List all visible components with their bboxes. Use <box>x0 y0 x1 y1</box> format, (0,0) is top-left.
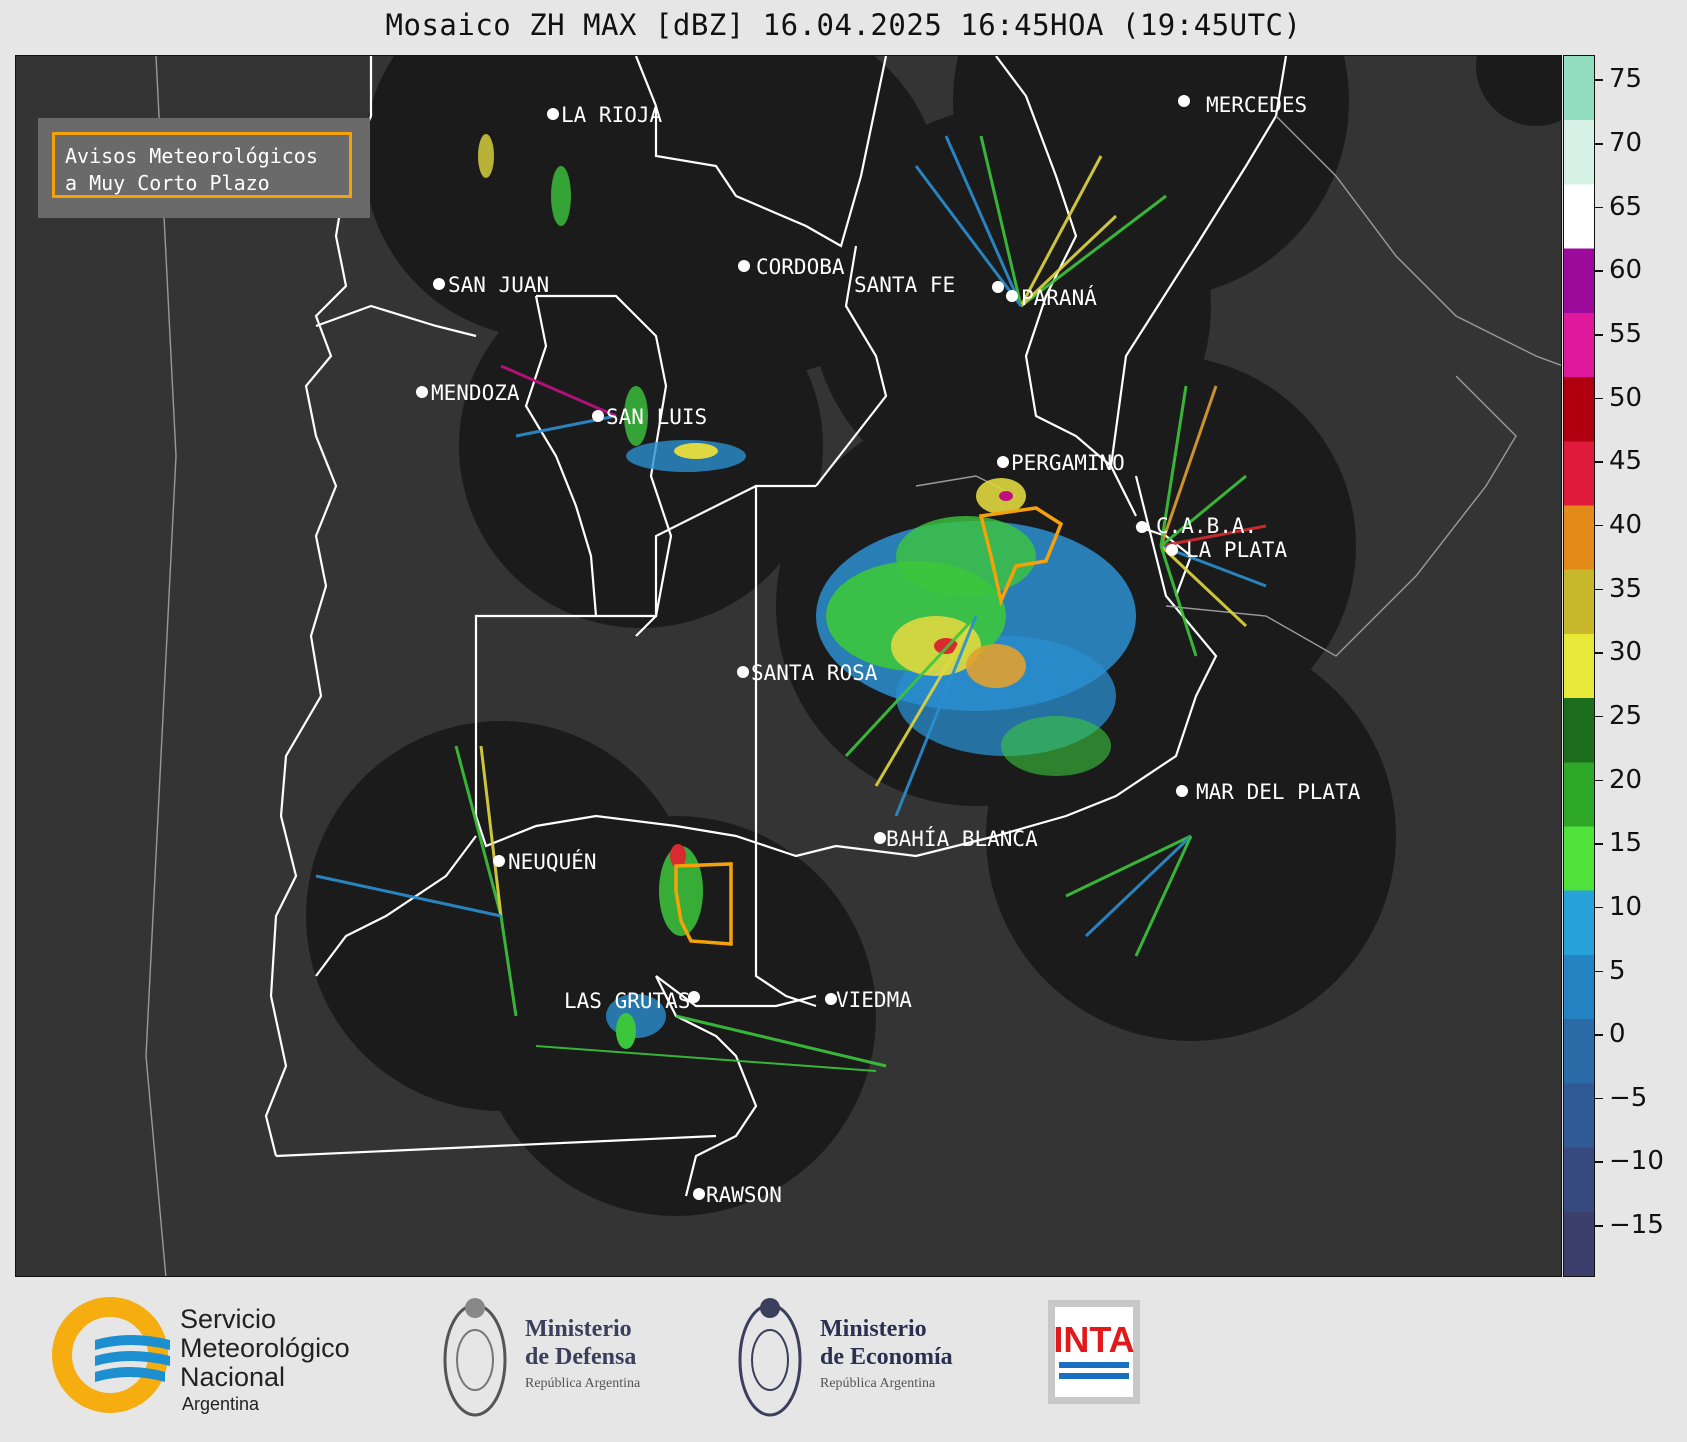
inta-logo: INTA <box>1048 1300 1140 1404</box>
colorbar-tick: 60 <box>1595 255 1642 285</box>
colorbar-tick: −10 <box>1595 1146 1664 1176</box>
economia-line-1: Ministerio <box>820 1316 927 1342</box>
defensa-line-2: de Defensa <box>525 1344 636 1370</box>
city-label: MENDOZA <box>431 381 520 405</box>
city-label: LA PLATA <box>1186 538 1288 562</box>
colorbar-tick: 40 <box>1595 510 1642 540</box>
city-label: SAN LUIS <box>606 405 707 429</box>
city-label: VIEDMA <box>836 988 912 1012</box>
warnings-legend-box: Avisos Meteorológicos a Muy Corto Plazo <box>38 118 370 218</box>
colorbar-tick: 75 <box>1595 64 1642 94</box>
defensa-line-1: Ministerio <box>525 1316 632 1342</box>
colorbar <box>1563 55 1595 1277</box>
colorbar-tick: 55 <box>1595 319 1642 349</box>
economia-line-3: República Argentina <box>820 1376 936 1391</box>
city-label: NEUQUÉN <box>508 849 597 874</box>
map-title: Mosaico ZH MAX [dBZ] 16.04.2025 16:45HOA… <box>385 8 1302 42</box>
colorbar-tick: 45 <box>1595 446 1642 476</box>
city-label: C.A.B.A. <box>1156 514 1257 538</box>
colorbar-tick: 20 <box>1595 765 1642 795</box>
ministerio-economia-logo: Ministerio de Economía República Argenti… <box>738 1298 953 1417</box>
smn-line-1: Servicio <box>180 1304 276 1334</box>
smn-line-3: Nacional <box>180 1362 285 1392</box>
colorbar-tick: 65 <box>1595 192 1642 222</box>
city-label: SANTA ROSA <box>751 661 878 685</box>
city-label: MAR DEL PLATA <box>1196 780 1361 804</box>
city-label: BAHÍA BLANCA <box>886 826 1038 851</box>
city-label: LA RIOJA <box>561 103 663 127</box>
colorbar-tick: 30 <box>1595 637 1642 667</box>
colorbar-tick: −15 <box>1595 1210 1664 1240</box>
footer-logos: Servicio Meteorológico Nacional Argentin… <box>0 1278 1687 1438</box>
colorbar-tick: 25 <box>1595 701 1642 731</box>
city-label: RAWSON <box>706 1183 782 1207</box>
smn-line-4: Argentina <box>182 1394 260 1414</box>
legend-line-2: a Muy Corto Plazo <box>65 171 270 195</box>
colorbar-tick: 10 <box>1595 892 1642 922</box>
colorbar-tick: 35 <box>1595 574 1642 604</box>
inta-text: INTA <box>1053 1319 1134 1360</box>
smn-logo: Servicio Meteorológico Nacional Argentin… <box>52 1297 350 1414</box>
city-label: SAN JUAN <box>448 273 549 297</box>
colorbar-tick: −5 <box>1595 1083 1647 1113</box>
colorbar-tick: 5 <box>1595 956 1626 986</box>
colorbar-tick: 50 <box>1595 383 1642 413</box>
radar-map-canvas: LA RIOJA MERCEDES SAN JUAN CORDOBA SANTA FE P… <box>145 56 1561 1276</box>
city-label: CORDOBA <box>756 255 845 279</box>
city-label: MERCEDES <box>1206 93 1307 117</box>
ministerio-defensa-logo: Ministerio de Defensa República Argentin… <box>443 1298 641 1417</box>
city-label: PERGAMINO <box>1011 451 1125 475</box>
economia-line-2: de Economía <box>820 1344 953 1370</box>
city-label: LAS GRUTAS <box>564 989 690 1013</box>
city-label: SANTA FE <box>854 273 955 297</box>
smn-line-2: Meteorológico <box>180 1333 350 1363</box>
defensa-line-3: República Argentina <box>525 1376 641 1391</box>
radar-map[interactable]: LA RIOJA MERCEDES SAN JUAN CORDOBA SANTA FE P… <box>15 55 1562 1277</box>
colorbar-tick: 70 <box>1595 128 1642 158</box>
city-label: PARANÁ <box>1021 285 1097 310</box>
warnings-legend: Avisos Meteorológicos a Muy Corto Plazo <box>52 132 352 198</box>
legend-line-1: Avisos Meteorológicos <box>65 144 318 168</box>
colorbar-tick: 15 <box>1595 828 1642 858</box>
colorbar-tick: 0 <box>1595 1019 1626 1049</box>
